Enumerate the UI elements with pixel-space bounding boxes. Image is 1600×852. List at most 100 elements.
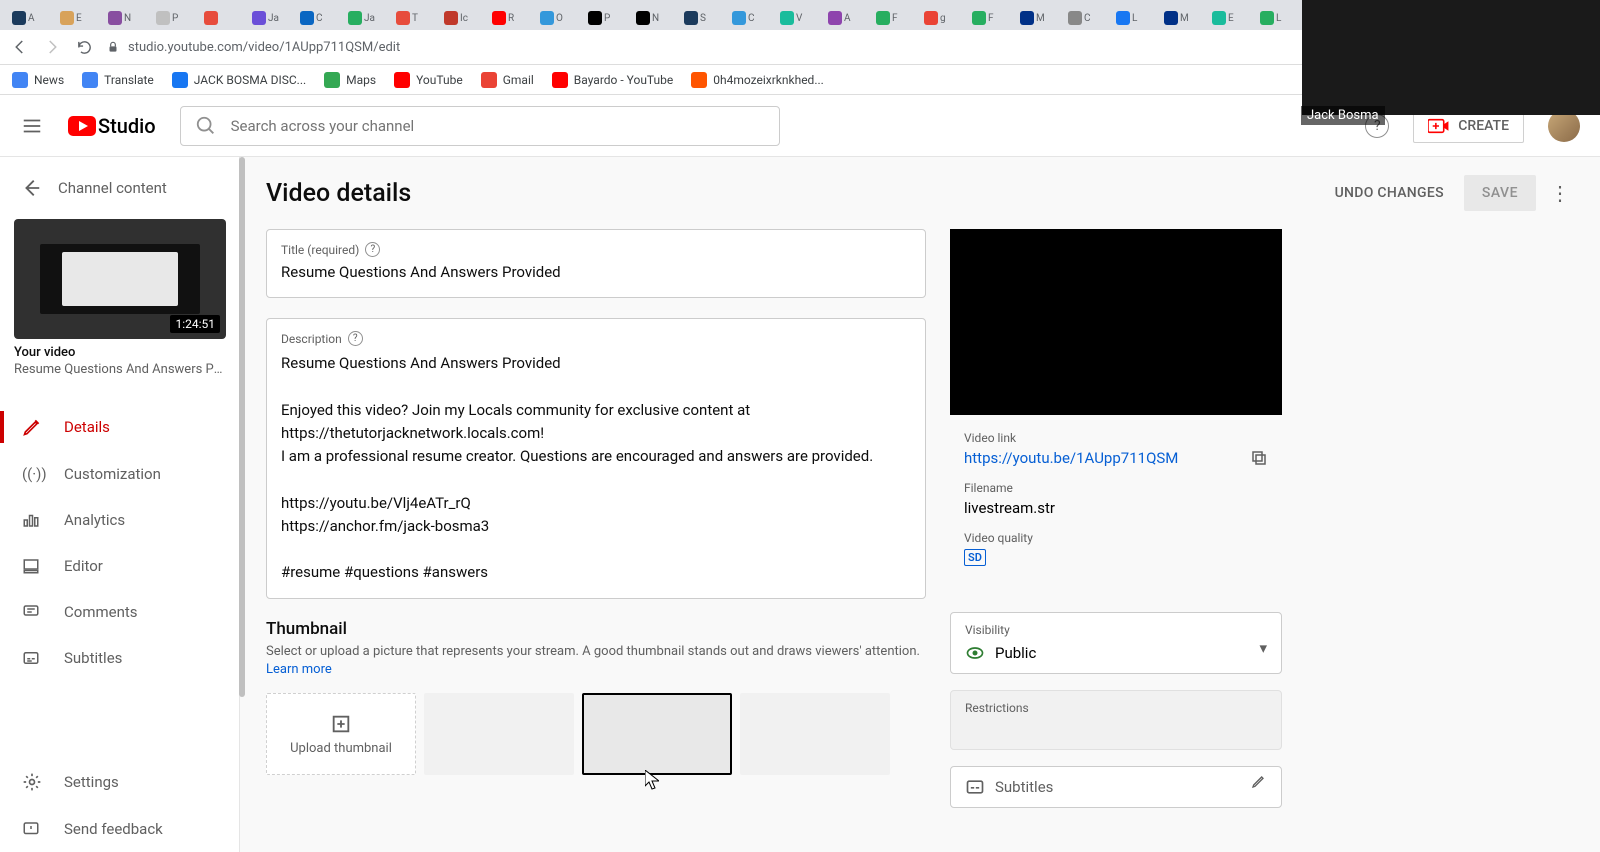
visibility-card[interactable]: Visibility Public ▾ xyxy=(950,612,1282,674)
channel-content-back[interactable]: Channel content xyxy=(0,157,239,211)
search-box[interactable] xyxy=(180,106,780,146)
browser-tab[interactable] xyxy=(200,6,246,30)
visibility-value: Public xyxy=(995,644,1036,662)
wand-icon: ((·)) xyxy=(22,465,44,483)
browser-tab[interactable]: Ja xyxy=(248,6,294,30)
help-icon[interactable]: ? xyxy=(365,242,380,257)
browser-tab[interactable]: A xyxy=(8,6,54,30)
more-options-button[interactable]: ⋮ xyxy=(1546,177,1574,209)
browser-tab[interactable]: N xyxy=(632,6,678,30)
browser-tab[interactable]: S xyxy=(680,6,726,30)
sidebar-item-settings[interactable]: Settings xyxy=(0,758,239,806)
back-button[interactable] xyxy=(10,37,30,57)
upload-icon xyxy=(330,713,352,735)
thumbnail-subtext: Select or upload a picture that represen… xyxy=(266,643,926,679)
browser-tab[interactable]: L xyxy=(1112,6,1158,30)
browser-tab[interactable]: Ic xyxy=(440,6,486,30)
browser-tab[interactable]: O xyxy=(536,6,582,30)
reload-button[interactable] xyxy=(74,37,94,57)
search-input[interactable] xyxy=(231,117,765,135)
browser-tab[interactable]: P xyxy=(584,6,630,30)
title-field-card[interactable]: Title (required)? xyxy=(266,229,926,298)
video-link-value[interactable]: https://youtu.be/1AUpp711QSM xyxy=(964,449,1178,467)
upload-thumbnail-button[interactable]: Upload thumbnail xyxy=(266,693,416,775)
sidebar-item-customization[interactable]: ((·)) Customization xyxy=(0,451,239,497)
visibility-label: Visibility xyxy=(965,623,1267,637)
video-info-block: Video link https://youtu.be/1AUpp711QSM … xyxy=(950,415,1282,596)
subtitles-icon xyxy=(22,649,44,667)
visibility-icon xyxy=(965,643,985,663)
save-button[interactable]: SAVE xyxy=(1464,175,1536,211)
browser-tab[interactable]: C xyxy=(1064,6,1110,30)
learn-more-link[interactable]: Learn more xyxy=(266,662,332,677)
bookmark-item[interactable]: Gmail xyxy=(481,72,534,88)
url-field[interactable]: studio.youtube.com/video/1AUpp711QSM/edi… xyxy=(106,40,1266,55)
sidebar-item-label: Subtitles xyxy=(64,649,122,667)
participant-name: Jack Bosma xyxy=(1301,106,1385,125)
restrictions-label: Restrictions xyxy=(965,701,1267,715)
sidebar-item-details[interactable]: Details xyxy=(0,403,239,451)
screen-share-overlay xyxy=(1302,0,1600,115)
bookmark-item[interactable]: Maps xyxy=(324,72,376,88)
browser-tab[interactable]: R xyxy=(488,6,534,30)
browser-tab[interactable]: C xyxy=(728,6,774,30)
browser-tab[interactable]: g xyxy=(920,6,966,30)
bookmark-item[interactable]: News xyxy=(12,72,64,88)
undo-changes-button[interactable]: UNDO CHANGES xyxy=(1335,185,1444,201)
description-field-card[interactable]: Description? xyxy=(266,318,926,599)
sidebar-item-feedback[interactable]: Send feedback xyxy=(0,806,239,852)
bookmark-item[interactable]: 0h4mozeixrknkhed... xyxy=(691,72,824,88)
browser-tab[interactable]: N xyxy=(104,6,150,30)
create-icon xyxy=(1428,118,1450,134)
video-thumbnail-card[interactable]: 1:24:51 Your video Resume Questions And … xyxy=(14,219,225,377)
bookmark-item[interactable]: JACK BOSMA DISC... xyxy=(172,72,306,88)
sidebar-item-subtitles[interactable]: Subtitles xyxy=(0,635,239,681)
chevron-down-icon: ▾ xyxy=(1259,639,1267,657)
browser-tab[interactable]: P xyxy=(152,6,198,30)
bookmark-item[interactable]: YouTube xyxy=(394,72,463,88)
description-label: Description xyxy=(281,332,342,346)
browser-tab[interactable]: Ja xyxy=(344,6,390,30)
studio-logo[interactable]: Studio xyxy=(68,114,156,138)
browser-tab[interactable]: F xyxy=(872,6,918,30)
sidebar-item-comments[interactable]: Comments xyxy=(0,589,239,635)
sidebar-item-analytics[interactable]: Analytics xyxy=(0,497,239,543)
browser-tab[interactable]: T xyxy=(392,6,438,30)
browser-tab[interactable]: E xyxy=(56,6,102,30)
sidebar-item-label: Comments xyxy=(64,603,138,621)
browser-tab[interactable]: V xyxy=(776,6,822,30)
sidebar-nav: Details ((·)) Customization Analytics Edi… xyxy=(0,403,239,758)
title-input[interactable] xyxy=(281,263,911,281)
sidebar-item-editor[interactable]: Editor xyxy=(0,543,239,589)
browser-tab[interactable]: L xyxy=(1256,6,1302,30)
subtitles-card[interactable]: Subtitles xyxy=(950,766,1282,808)
browser-tab[interactable]: E xyxy=(1208,6,1254,30)
page-title: Video details xyxy=(266,179,411,208)
back-label: Channel content xyxy=(58,179,167,197)
thumbnail-option-1[interactable] xyxy=(424,693,574,775)
gear-icon xyxy=(22,772,44,792)
restrictions-card[interactable]: Restrictions xyxy=(950,690,1282,750)
help-icon[interactable]: ? xyxy=(348,331,363,346)
create-button-label: CREATE xyxy=(1458,118,1509,134)
video-player[interactable] xyxy=(950,229,1282,415)
subtitles-icon xyxy=(965,777,985,797)
browser-tab[interactable]: M xyxy=(1016,6,1062,30)
bookmark-item[interactable]: Translate xyxy=(82,72,154,88)
description-textarea[interactable] xyxy=(281,352,911,582)
copy-icon[interactable] xyxy=(1250,449,1268,467)
subtitles-label: Subtitles xyxy=(995,778,1053,796)
url-text: studio.youtube.com/video/1AUpp711QSM/edi… xyxy=(128,40,400,55)
menu-button[interactable] xyxy=(20,114,44,138)
browser-tab[interactable]: A xyxy=(824,6,870,30)
browser-tab[interactable]: C xyxy=(296,6,342,30)
thumbnail-option-3[interactable] xyxy=(740,693,890,775)
browser-tab[interactable]: M xyxy=(1160,6,1206,30)
forward-button[interactable] xyxy=(42,37,62,57)
upload-thumbnail-label: Upload thumbnail xyxy=(290,741,392,756)
thumbnail-option-2[interactable] xyxy=(582,693,732,775)
bookmark-item[interactable]: Bayardo - YouTube xyxy=(552,72,673,88)
analytics-icon xyxy=(22,511,44,529)
sidebar-item-label: Customization xyxy=(64,465,161,483)
browser-tab[interactable]: F xyxy=(968,6,1014,30)
